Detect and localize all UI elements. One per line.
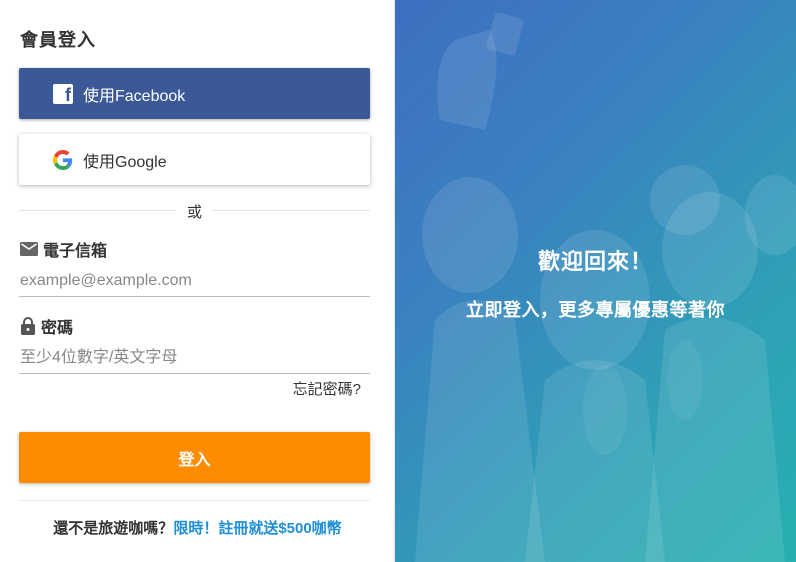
password-field[interactable] (19, 342, 370, 374)
login-page: 會員登入 f 使用Facebook 使用Google 或 電子信箱 exampl… (0, 0, 796, 562)
signup-prompt-text: 還不是旅遊咖嗎？ (53, 520, 174, 537)
welcome-heading: 歡迎回來！ (537, 249, 653, 274)
bottom-divider (19, 500, 370, 501)
google-login-button[interactable]: 使用Google (19, 134, 370, 185)
login-panel: 會員登入 f 使用Facebook 使用Google 或 電子信箱 exampl… (0, 0, 395, 562)
signup-prompt: 還不是旅遊咖嗎？限時！註冊就送$500咖幣 (0, 517, 395, 538)
divider-text: 或 (186, 204, 202, 221)
page-title: 會員登入 (20, 30, 96, 50)
lock-icon (21, 317, 35, 335)
email-label-text: 電子信箱 (43, 243, 108, 260)
mail-icon (20, 242, 38, 256)
background-photo (415, 12, 796, 562)
password-label-text: 密碼 (41, 320, 74, 337)
facebook-login-label: 使用Facebook (83, 87, 186, 105)
password-label: 密碼 (20, 314, 73, 338)
signup-link[interactable]: 限時！註冊就送$500咖幣 (173, 520, 341, 537)
or-divider: 或 (19, 200, 370, 221)
welcome-subtitle: 立即登入，更多專屬優惠等著你 (466, 300, 725, 320)
email-label: 電子信箱 (20, 237, 107, 261)
promo-panel: 歡迎回來！ 立即登入，更多專屬優惠等著你 (395, 0, 796, 562)
google-login-label: 使用Google (83, 153, 167, 171)
google-icon (53, 149, 73, 170)
login-button[interactable]: 登入 (19, 432, 370, 483)
forgot-password-link[interactable]: 忘記密碼? (293, 378, 361, 399)
email-field[interactable] (19, 265, 370, 297)
facebook-icon: f (53, 83, 73, 105)
facebook-login-button[interactable]: f 使用Facebook (19, 68, 370, 119)
divider-line-right (212, 210, 370, 211)
